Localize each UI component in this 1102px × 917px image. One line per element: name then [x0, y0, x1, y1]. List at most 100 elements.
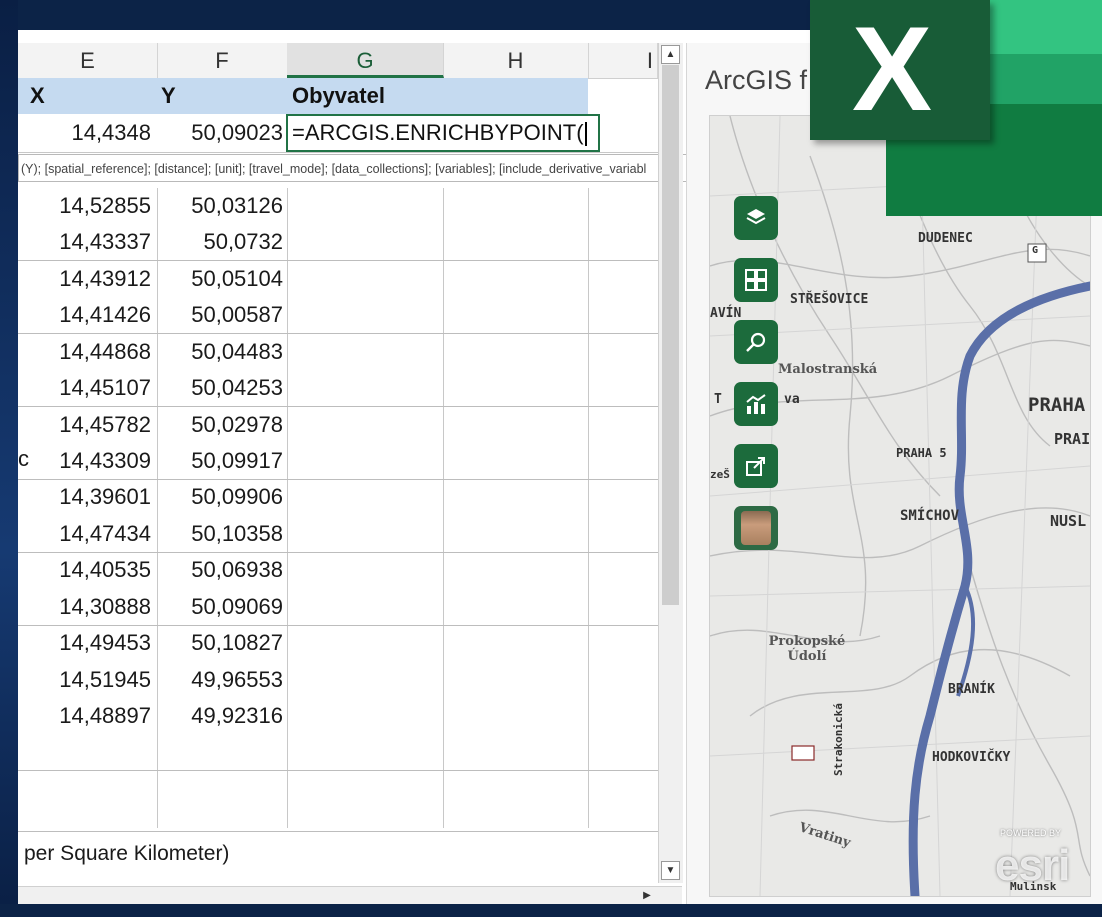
map-label-va: va [784, 392, 800, 407]
cell-x[interactable]: 14,41426 [18, 297, 151, 333]
excel-logo-band [990, 0, 1102, 54]
column-header-i[interactable]: I [588, 43, 658, 78]
cell-x[interactable]: 14,44868 [18, 334, 151, 370]
video-frame-bottom [0, 904, 1102, 917]
cell-y[interactable]: 50,09917 [157, 443, 283, 479]
grid-button[interactable] [734, 258, 778, 302]
table-row: 14,49453 50,10827 [18, 625, 658, 661]
cell-y[interactable]: 49,92316 [157, 698, 283, 734]
cell-x[interactable]: 14,39601 [18, 479, 151, 515]
share-icon [746, 457, 765, 476]
cell-x[interactable]: 14,43912 [18, 261, 151, 297]
cell-x[interactable]: 14,52855 [18, 188, 151, 224]
cell-y[interactable]: 50,06938 [157, 552, 283, 588]
analysis-button[interactable] [734, 382, 778, 426]
header-obyvatel[interactable]: Obyvatel [292, 78, 385, 114]
cell-x[interactable]: 14,49453 [18, 625, 151, 661]
table-row: 14,52855 50,03126 [18, 188, 658, 224]
avatar-photo [741, 511, 771, 545]
layers-icon [746, 209, 766, 225]
esri-powered-by: POWERED BY [1000, 828, 1062, 838]
cell-y[interactable]: 50,04483 [157, 334, 283, 370]
cell-x[interactable]: 14,51945 [18, 662, 151, 698]
user-avatar[interactable] [734, 506, 778, 550]
map-label-prokopske: Prokopské Údolí [768, 634, 846, 664]
cell-x[interactable]: 14,48897 [18, 698, 151, 734]
cell-y[interactable]: 50,04253 [157, 370, 283, 406]
table-row: 14,43912 50,05104 [18, 261, 658, 297]
map-label-dudenec: DUDENEC [918, 231, 973, 246]
horizontal-scrollbar[interactable]: ▶ [18, 886, 682, 905]
cell-y[interactable]: 50,05104 [157, 261, 283, 297]
cell-y[interactable]: 50,10827 [157, 625, 283, 661]
cell-y[interactable]: 50,03126 [157, 188, 283, 224]
map-label-zet: zeŠ [710, 468, 730, 481]
excel-logo-band [990, 54, 1102, 104]
vertical-scrollbar[interactable]: ▲ ▼ [658, 43, 683, 883]
map-label-nusl: NUSL [1050, 512, 1087, 530]
search-button[interactable] [734, 320, 778, 364]
column-header-h[interactable]: H [443, 43, 589, 78]
cell-y[interactable]: 50,02978 [157, 407, 283, 443]
header-x[interactable]: X [30, 78, 45, 114]
table-row: 14,41426 50,00587 [18, 297, 658, 335]
map-label-branik: BRANÍK [948, 682, 995, 697]
empty-row [18, 771, 658, 832]
active-formula-cell[interactable]: =ARCGIS.ENRICHBYPOINT( [286, 114, 600, 152]
cell-y[interactable]: 50,09906 [157, 479, 283, 515]
pane-title: ArcGIS f [705, 65, 808, 95]
cell-x[interactable]: 14,45107 [18, 370, 151, 406]
scroll-down-arrow-icon[interactable]: ▼ [661, 861, 680, 880]
cell-y[interactable]: 50,00587 [157, 297, 283, 333]
table-row: 14,44868 50,04483 [18, 334, 658, 370]
map-label-t: T [714, 392, 722, 407]
map-label-malostranska: Malostranská [778, 362, 878, 377]
video-frame-left [0, 0, 18, 917]
cell-x[interactable]: 14,45782 [18, 407, 151, 443]
table-header-row: X Y Obyvatel [18, 78, 588, 114]
cell-y[interactable]: 50,10358 [157, 516, 283, 552]
scroll-up-arrow-icon[interactable]: ▲ [661, 45, 680, 64]
map-view[interactable]: DUDENEC G STŘEŠOVICE AVÍN Malostranská T… [709, 115, 1091, 897]
cell-x-first[interactable]: 14,4348 [18, 114, 151, 152]
cell-x[interactable]: 14,40535 [18, 552, 151, 588]
share-button[interactable] [734, 444, 778, 488]
column-header-f[interactable]: F [157, 43, 288, 78]
column-header-g[interactable]: G [287, 43, 444, 78]
map-label-strakonicka: Strakonická [832, 703, 845, 776]
cell-x[interactable]: 14,43309 [18, 443, 151, 479]
map-label-hodkovicky: HODKOVIČKY [932, 750, 1011, 765]
layers-button[interactable] [734, 196, 778, 240]
table-row: 14,43337 50,0732 [18, 224, 658, 262]
table-row: 14,45782 50,02978 [18, 407, 658, 443]
scrollbar-thumb[interactable] [662, 65, 679, 605]
table-row: 14,45107 50,04253 [18, 370, 658, 408]
column-header-bar: E F G H I [18, 43, 658, 79]
search-icon [746, 332, 766, 352]
map-label-avin: AVÍN [710, 306, 742, 321]
header-y[interactable]: Y [161, 78, 176, 114]
cell-y-first[interactable]: 50,09023 [157, 114, 283, 152]
column-header-e[interactable]: E [18, 43, 158, 78]
cell-y[interactable]: 50,0732 [157, 224, 283, 260]
table-row: 14,43309 50,09917 [18, 443, 658, 481]
table-row: 14,48897 49,92316 [18, 698, 658, 771]
cell-y[interactable]: 49,96553 [157, 662, 283, 698]
map-label-praha: PRAHA [1028, 394, 1086, 416]
formula-text: =ARCGIS.ENRICHBYPOINT( [292, 120, 584, 145]
table-row: 14,51945 49,96553 [18, 662, 658, 698]
table-row: 14,30888 50,09069 [18, 589, 658, 627]
cell-x[interactable]: 14,47434 [18, 516, 151, 552]
map-label-praha5: PRAHA 5 [896, 446, 947, 460]
analysis-icon [746, 394, 766, 414]
cell-x[interactable]: 14,30888 [18, 589, 151, 625]
excel-logo-letter: X [852, 2, 933, 136]
text-cursor [584, 122, 587, 147]
scroll-right-arrow-icon[interactable]: ▶ [638, 887, 656, 905]
excel-logo-icon: X [810, 0, 990, 140]
truncated-cell-text: c [18, 446, 29, 471]
cell-y[interactable]: 50,09069 [157, 589, 283, 625]
grid-icon [745, 269, 767, 291]
cell-x[interactable]: 14,43337 [18, 224, 151, 260]
map-label-stresovice: STŘEŠOVICE [790, 292, 869, 307]
